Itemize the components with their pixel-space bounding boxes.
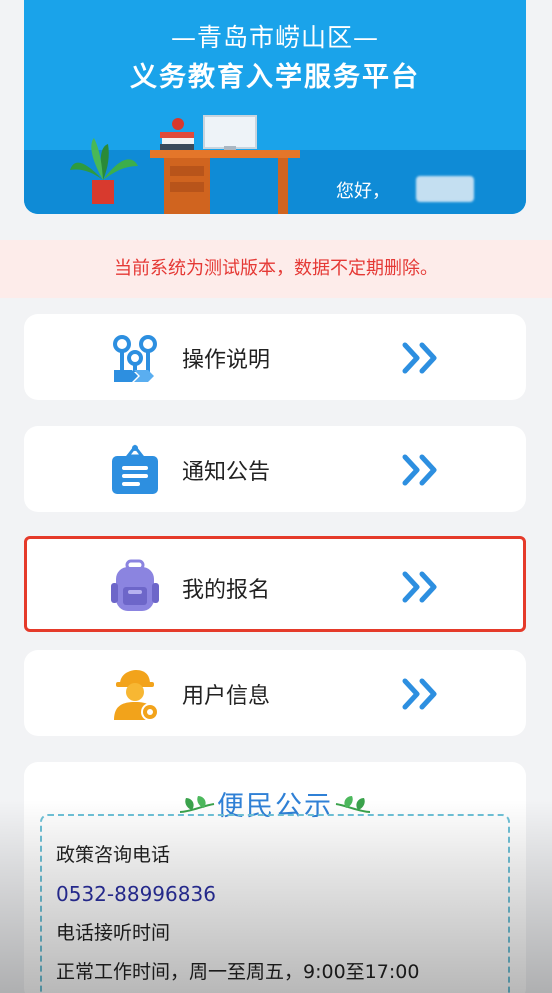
menu-notice-board[interactable]: 通知公告 [24, 426, 526, 512]
notice-board-icon [112, 444, 158, 494]
double-chevron-right-icon [402, 342, 437, 374]
menu-operation-guide[interactable]: 操作说明 [24, 314, 526, 400]
menu-label: 操作说明 [182, 348, 271, 373]
desk-illustration [70, 115, 300, 214]
info-box: 政策咨询电话 0532-88996836 电话接听时间 正常工作时间，周一至周五… [40, 814, 510, 993]
menu-label: 通知公告 [182, 460, 271, 485]
greeting-text: 您好， [336, 181, 390, 202]
leaf-ornament-right-icon [335, 796, 371, 813]
backpack-icon [111, 559, 159, 611]
banner-title: 义务教育入学服务平台 [130, 62, 420, 93]
public-info-card: 便民公示 政策咨询电话 0532-88996836 电话接听时间 正常工作时间，… [24, 762, 526, 993]
hours-label: 电话接听时间 [56, 922, 171, 944]
test-version-notice: 当前系统为测试版本，数据不定期删除。 [0, 240, 552, 298]
hotline-number[interactable]: 0532-88996836 [56, 875, 494, 914]
flow-steps-icon [113, 335, 157, 382]
double-chevron-right-icon [402, 678, 437, 710]
menu-my-registration[interactable]: 我的报名 [24, 536, 526, 632]
menu-label: 用户信息 [182, 684, 271, 709]
header-banner: —青岛市崂山区— 义务教育入学服务平台 您好， [24, 0, 526, 214]
hours-value: 正常工作时间，周一至周五，9:00至17:00 [56, 961, 420, 983]
username-redacted [416, 176, 474, 202]
hotline-label: 政策咨询电话 [56, 844, 171, 866]
menu-label: 我的报名 [182, 578, 271, 603]
banner-subtitle: —青岛市崂山区— [170, 23, 379, 52]
double-chevron-right-icon [402, 571, 437, 603]
user-id-icon [114, 670, 159, 721]
double-chevron-right-icon [402, 454, 437, 486]
menu-user-info[interactable]: 用户信息 [24, 650, 526, 736]
